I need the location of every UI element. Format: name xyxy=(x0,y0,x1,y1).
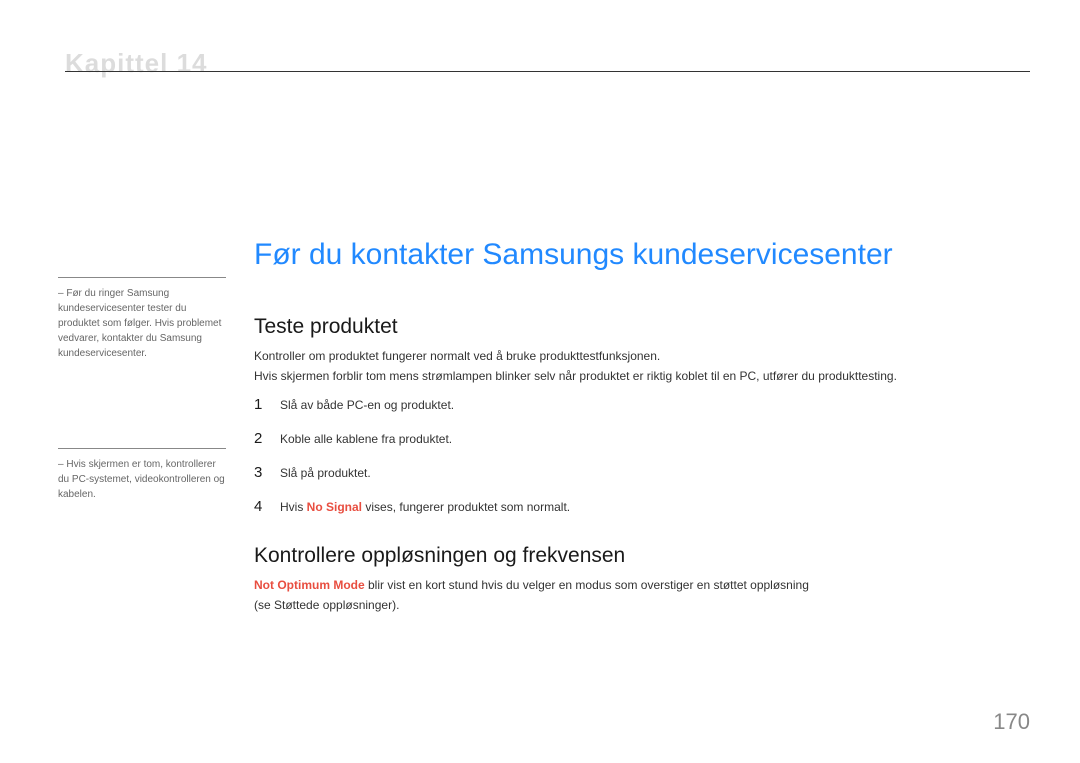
page-number: 170 xyxy=(993,709,1030,735)
step4-suffix: vises, fungerer produktet som normalt. xyxy=(362,500,570,514)
sidebar-note-1: Før du ringer Samsung kundeservicesenter… xyxy=(58,277,226,361)
step-4: 4 Hvis No Signal vises, fungerer produkt… xyxy=(254,498,570,515)
step-text: Slå av både PC-en og produktet. xyxy=(280,396,454,412)
sidebar-note-2: Hvis skjermen er tom, kontrollerer du PC… xyxy=(58,448,226,502)
step-number: 4 xyxy=(254,498,280,515)
step4-prefix: Hvis xyxy=(280,500,307,514)
paragraph-test-1: Kontroller om produktet fungerer normalt… xyxy=(254,349,660,363)
page-main-title: Før du kontakter Samsungs kundeservicese… xyxy=(254,238,893,272)
chapter-label: Kapittel 14 xyxy=(65,48,208,79)
step-3: 3 Slå på produktet. xyxy=(254,464,371,481)
section-title-test-product: Teste produktet xyxy=(254,315,398,339)
paragraph-resolution-2: (se Støttede oppløsninger). xyxy=(254,598,399,612)
section-title-resolution: Kontrollere oppløsningen og frekvensen xyxy=(254,544,625,568)
step-number: 1 xyxy=(254,396,280,413)
para3-text: blir vist en kort stund hvis du velger e… xyxy=(365,578,809,592)
no-signal-highlight: No Signal xyxy=(307,500,362,514)
step-1: 1 Slå av både PC-en og produktet. xyxy=(254,396,454,413)
step-2: 2 Koble alle kablene fra produktet. xyxy=(254,430,452,447)
header-divider xyxy=(65,71,1030,72)
step-text: Koble alle kablene fra produktet. xyxy=(280,430,452,446)
paragraph-test-2: Hvis skjermen forblir tom mens strømlamp… xyxy=(254,369,897,383)
step-number: 3 xyxy=(254,464,280,481)
paragraph-resolution-1: Not Optimum Mode blir vist en kort stund… xyxy=(254,578,809,592)
step-text: Hvis No Signal vises, fungerer produktet… xyxy=(280,498,570,514)
step-number: 2 xyxy=(254,430,280,447)
step-text: Slå på produktet. xyxy=(280,464,371,480)
not-optimum-highlight: Not Optimum Mode xyxy=(254,578,365,592)
